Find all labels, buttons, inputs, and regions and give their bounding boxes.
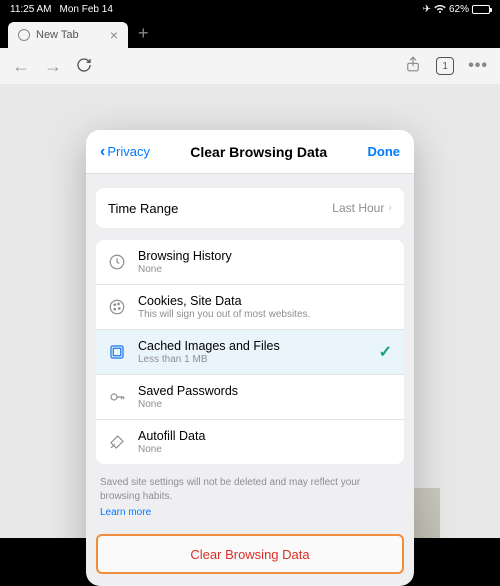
tabs-button[interactable]: 1 xyxy=(436,57,454,75)
list-item-cache[interactable]: Cached Images and Files Less than 1 MB ✓ xyxy=(96,330,404,375)
footer-text: Saved site settings will not be deleted … xyxy=(100,477,360,502)
item-sub: None xyxy=(138,444,392,455)
chevron-left-icon: ‹ xyxy=(100,143,105,161)
clear-data-button[interactable]: Clear Browsing Data xyxy=(96,534,404,574)
forward-button[interactable]: → xyxy=(44,56,62,77)
battery-pct: 62% xyxy=(449,4,469,15)
status-time: 11:25 AM xyxy=(10,4,52,15)
back-button[interactable]: ← xyxy=(12,56,30,77)
time-range-value: Last Hour xyxy=(332,201,384,215)
item-sub: None xyxy=(138,264,392,275)
list-item-history[interactable]: Browsing History None xyxy=(96,240,404,285)
chevron-right-icon: › xyxy=(388,202,392,214)
list-item-cookies[interactable]: Cookies, Site Data This will sign you ou… xyxy=(96,285,404,330)
time-range-row[interactable]: Time Range Last Hour › xyxy=(96,188,404,228)
battery-icon xyxy=(472,5,490,14)
status-date: Mon Feb 14 xyxy=(60,4,113,15)
modal-title: Clear Browsing Data xyxy=(190,144,327,160)
tabs-count: 1 xyxy=(442,61,448,72)
close-icon[interactable]: × xyxy=(110,27,118,43)
back-privacy-button[interactable]: ‹ Privacy xyxy=(100,143,150,161)
reload-button[interactable] xyxy=(76,57,92,76)
item-sub: Less than 1 MB xyxy=(138,354,367,365)
key-icon xyxy=(108,388,126,406)
more-button[interactable]: ••• xyxy=(468,57,488,75)
footer-note: Saved site settings will not be deleted … xyxy=(86,464,414,524)
tab-title: New Tab xyxy=(36,29,79,41)
clear-data-modal: ‹ Privacy Clear Browsing Data Done Time … xyxy=(86,130,414,586)
cookie-icon xyxy=(108,298,126,316)
status-right: ✈ 62% xyxy=(423,2,490,17)
back-label: Privacy xyxy=(107,144,150,159)
status-bar: 11:25 AM Mon Feb 14 ✈ 62% xyxy=(0,0,500,18)
history-icon xyxy=(108,253,126,271)
list-item-passwords[interactable]: Saved Passwords None xyxy=(96,375,404,420)
share-button[interactable] xyxy=(404,55,422,78)
time-range-label: Time Range xyxy=(108,201,178,216)
item-sub: This will sign you out of most websites. xyxy=(138,309,392,320)
item-sub: None xyxy=(138,399,392,410)
image-icon xyxy=(108,343,126,361)
new-tab-button[interactable]: + xyxy=(138,23,149,44)
airplane-icon: ✈ xyxy=(423,4,431,15)
done-button[interactable]: Done xyxy=(367,144,400,159)
item-title: Saved Passwords xyxy=(138,384,392,398)
item-title: Cached Images and Files xyxy=(138,339,367,353)
data-type-list: Browsing History None Cookies, Site Data… xyxy=(96,240,404,464)
autofill-icon xyxy=(108,433,126,451)
item-title: Autofill Data xyxy=(138,429,392,443)
wifi-icon xyxy=(434,2,446,17)
item-title: Browsing History xyxy=(138,249,392,263)
item-title: Cookies, Site Data xyxy=(138,294,392,308)
globe-icon xyxy=(18,29,30,41)
tab-strip: New Tab × + xyxy=(0,18,500,48)
modal-header: ‹ Privacy Clear Browsing Data Done xyxy=(86,130,414,174)
browser-toolbar: ← → 1 ••• xyxy=(0,48,500,84)
check-icon: ✓ xyxy=(379,342,392,362)
browser-tab[interactable]: New Tab × xyxy=(8,22,128,48)
list-item-autofill[interactable]: Autofill Data None xyxy=(96,420,404,464)
learn-more-link[interactable]: Learn more xyxy=(100,506,400,520)
